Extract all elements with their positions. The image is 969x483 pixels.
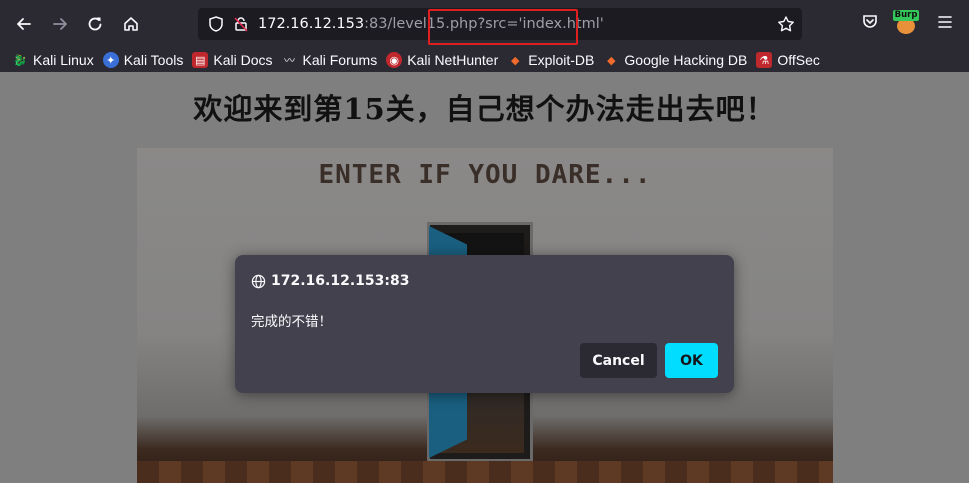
bookmarks-bar: 🐉 Kali Linux ✦ Kali Tools ▤ Kali Docs 〰 Kali… [0, 48, 969, 72]
bookmark-kali-nethunter[interactable]: ◉ Kali NetHunter [384, 48, 505, 72]
scene-sign-text: ENTER IF YOU DARE... [318, 160, 652, 190]
page-title: 欢迎来到第15关，自己想个办法走出去吧！ [193, 92, 776, 126]
url-param-highlight [428, 9, 578, 45]
home-button[interactable] [117, 10, 145, 38]
wooden-floor [137, 461, 833, 483]
bookmark-kali-tools[interactable]: ✦ Kali Tools [101, 48, 191, 72]
hamburger-menu-icon[interactable] [937, 14, 953, 30]
reload-button[interactable] [81, 10, 109, 38]
ok-button[interactable]: OK [665, 343, 718, 378]
kali-docs-icon: ▤ [192, 52, 209, 68]
arrow-right-icon [53, 18, 67, 30]
browser-toolbar: 172.16.12.153:83/level15.php?src='index.… [0, 0, 969, 48]
bookmark-kali-docs[interactable]: ▤ Kali Docs [190, 48, 279, 72]
bookmark-google-hacking-db[interactable]: ◆ Google Hacking DB [601, 48, 754, 72]
offsec-icon: ⚗ [756, 52, 773, 68]
back-button[interactable] [10, 10, 38, 38]
arrow-left-icon [17, 18, 31, 30]
exploit-db-icon: ◆ [511, 54, 520, 67]
forward-button[interactable] [46, 10, 74, 38]
bookmark-star-icon[interactable] [777, 15, 795, 33]
kali-tools-icon: ✦ [102, 52, 119, 68]
pocket-icon[interactable] [861, 12, 879, 30]
shield-icon[interactable] [207, 15, 225, 33]
kali-forums-icon: 〰 [284, 55, 296, 67]
dialog-message: 完成的不错！ [251, 314, 332, 330]
nethunter-icon: ◉ [386, 52, 403, 68]
bookmark-kali-linux[interactable]: 🐉 Kali Linux [10, 48, 101, 72]
insecure-lock-icon[interactable] [232, 15, 250, 33]
reload-icon [88, 17, 102, 31]
globe-icon [251, 274, 266, 288]
url-host: 172.16.12.153 [258, 16, 365, 32]
alert-dialog: 172.16.12.153:83 完成的不错！ Cancel OK [235, 255, 734, 393]
home-icon [124, 17, 138, 31]
ghdb-icon: ◆ [607, 54, 616, 67]
kali-dragon-icon: 🐉 [13, 54, 27, 67]
dialog-origin-text: 172.16.12.153:83 [271, 273, 410, 289]
bookmark-exploit-db[interactable]: ◆ Exploit-DB [505, 48, 601, 72]
bookmark-offsec[interactable]: ⚗ OffSec [754, 48, 827, 72]
dialog-origin: 172.16.12.153:83 [251, 272, 409, 290]
cancel-button[interactable]: Cancel [580, 343, 657, 378]
burp-badge: Burp [893, 10, 919, 21]
bookmark-kali-forums[interactable]: 〰 Kali Forums [280, 48, 385, 72]
burp-extension-button[interactable]: Burp [893, 10, 919, 34]
